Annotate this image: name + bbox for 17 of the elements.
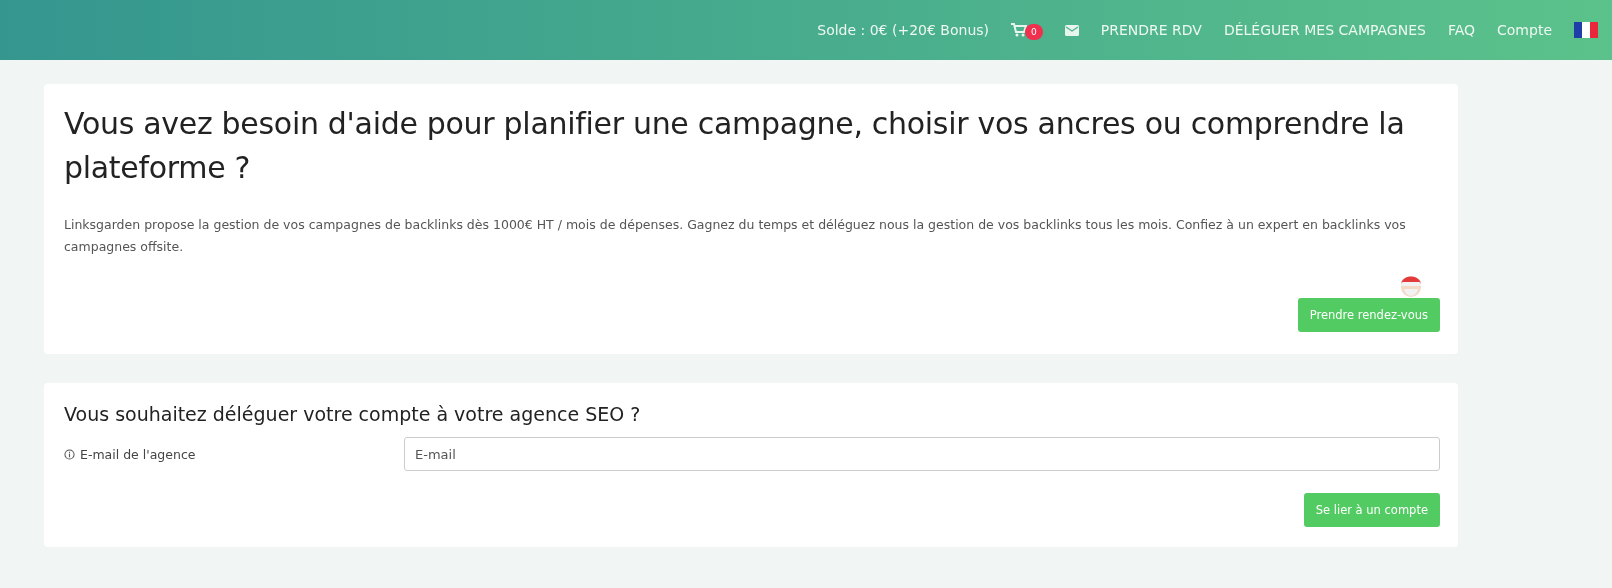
info-icon (64, 448, 75, 460)
field-label: E-mail de l'agence (80, 446, 196, 462)
appointment-button[interactable]: Prendre rendez-vous (1297, 298, 1440, 332)
cart-icon[interactable] (1011, 23, 1027, 37)
nav-link[interactable]: PRENDRE RDV (1100, 22, 1202, 38)
balance-text: Solde : 0€ (+20€ Bonus) (817, 22, 989, 38)
link-account-button[interactable]: Se lier à un compte (1303, 493, 1440, 527)
agency-title: Vous souhaitez déléguer votre compte à votre agence SEO ? (64, 403, 642, 425)
flag-icon[interactable] (1574, 22, 1598, 38)
cart-count-badge: 0 (1025, 24, 1043, 40)
nav-link[interactable]: DÉLÉGUER MES CAMPAGNES (1223, 22, 1426, 38)
help-description: Linksgarden propose la gestion de vos campagnes de backlinks dès 1000€ HT / mois de dépenses. Gagnez du temps et déléguez nous la gestion de vos backlinks tous les mois. Confiez à un expert en backlinks vos campagnes offsite. (64, 216, 1407, 256)
nav-link[interactable]: FAQ (1447, 22, 1476, 38)
nav-link[interactable]: Compte (1497, 22, 1552, 38)
email-field[interactable]: E-mail (404, 437, 1440, 471)
mail-icon[interactable] (1064, 24, 1079, 36)
help-title: Vous avez besoin d'aide pour planifier une campagne, choisir vos ancres ou comprendre la plateforme ? (64, 105, 1406, 187)
